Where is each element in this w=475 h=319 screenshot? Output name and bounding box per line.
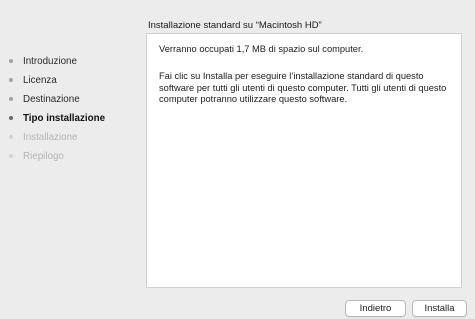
step-label: Destinazione (23, 94, 80, 105)
install-button[interactable]: Installa (412, 300, 467, 317)
step-bullet-icon (9, 135, 13, 139)
installer-window: Installazione standard su “Macintosh HD”… (0, 0, 475, 319)
pane-title: Installazione standard su “Macintosh HD” (148, 20, 322, 31)
back-button[interactable]: Indietro (345, 300, 406, 317)
step-label: Tipo installazione (23, 113, 106, 124)
step-label: Licenza (23, 75, 57, 86)
step-label: Installazione (23, 132, 78, 143)
step-licenza: Licenza (0, 71, 142, 90)
step-tipo-installazione: Tipo installazione (0, 109, 142, 128)
step-label: Riepilogo (23, 151, 64, 162)
step-installazione: Installazione (0, 128, 142, 147)
step-bullet-icon (9, 59, 13, 63)
step-riepilogo: Riepilogo (0, 147, 142, 166)
install-description: Fai clic su Installa per eseguire l’inst… (159, 71, 447, 104)
installer-steps-sidebar: Introduzione Licenza Destinazione Tipo i… (0, 52, 142, 166)
step-bullet-icon (9, 78, 13, 82)
step-bullet-icon (9, 97, 13, 101)
step-introduzione: Introduzione (0, 52, 142, 71)
step-bullet-icon (9, 116, 13, 120)
step-bullet-icon (9, 154, 13, 158)
disk-space-text: Verranno occupati 1,7 MB di spazio sul c… (159, 44, 364, 54)
step-label: Introduzione (23, 56, 77, 67)
content-panel: Verranno occupati 1,7 MB di spazio sul c… (146, 33, 462, 288)
step-destinazione: Destinazione (0, 90, 142, 109)
